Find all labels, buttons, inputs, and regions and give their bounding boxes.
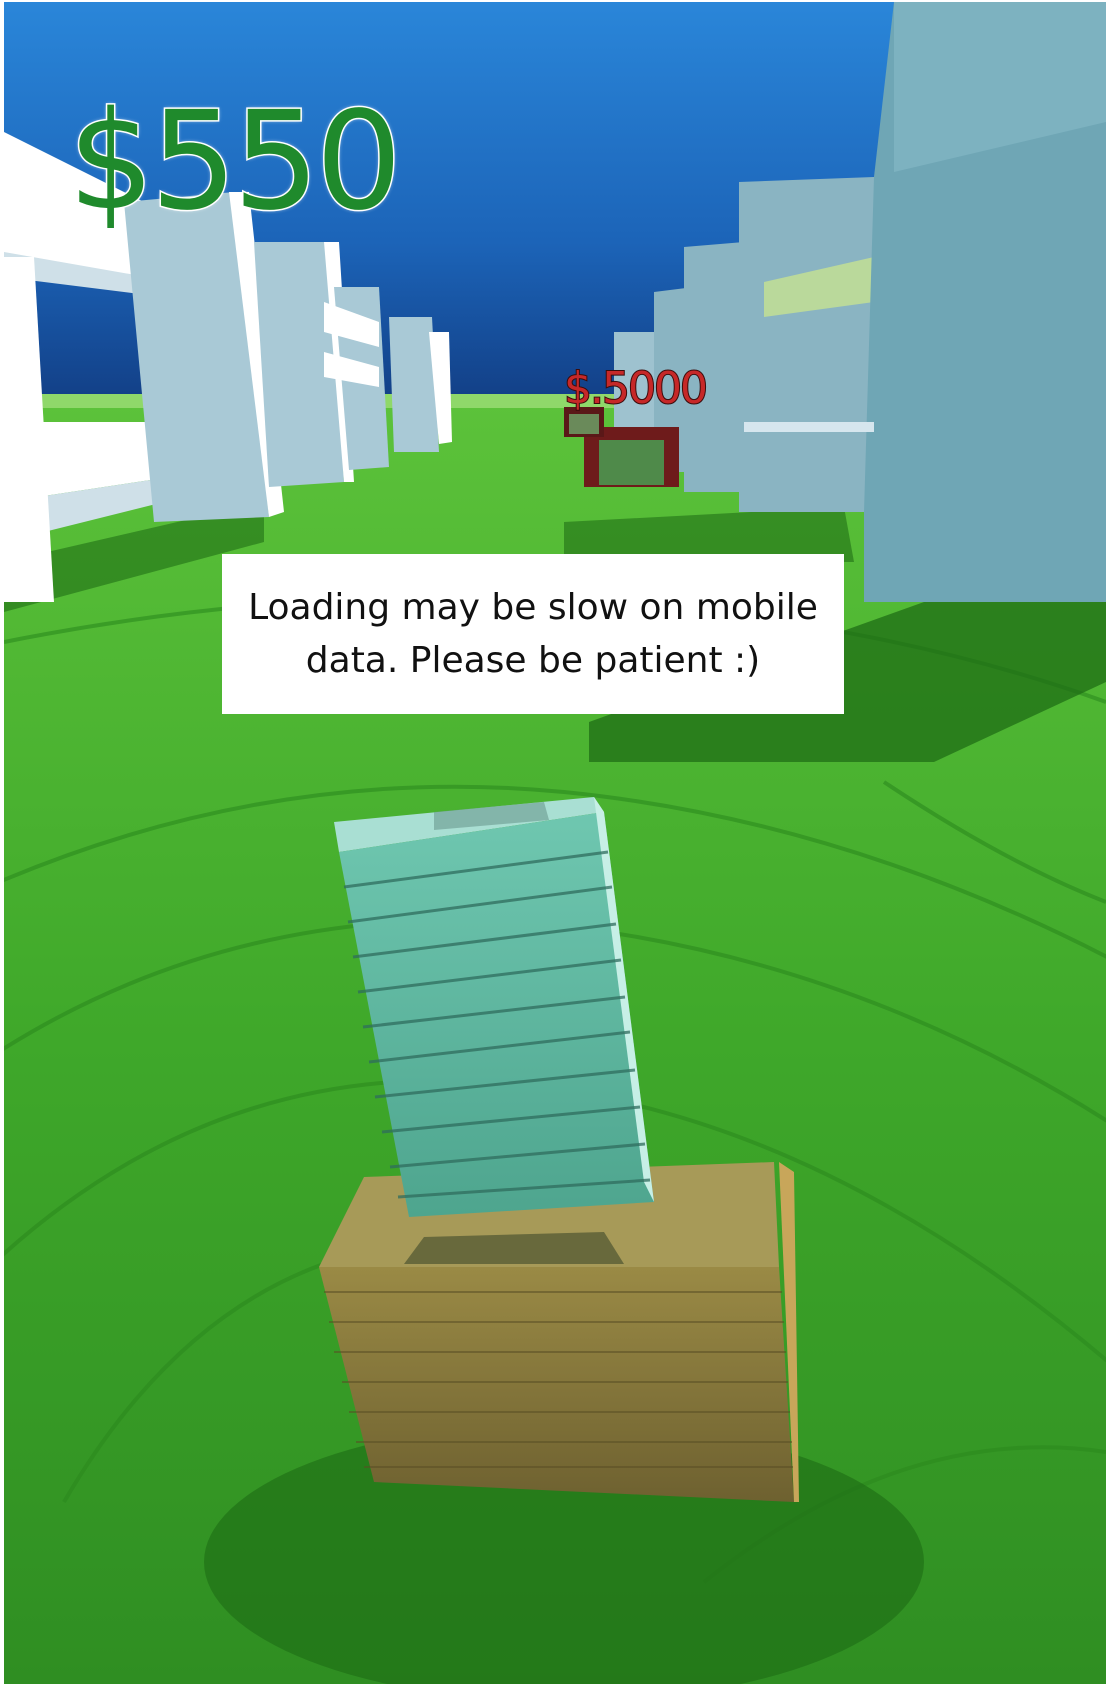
gate-value-label: $.5000 [563,363,709,414]
loading-notice-text: Loading may be slow on mobile data. Plea… [248,587,818,681]
game-viewport[interactable]: $550 $.5000 Loading may be slow on mobil… [4,2,1106,1684]
money-counter: $550 [66,83,403,241]
crate-icon[interactable] [319,1162,799,1502]
loading-notice: Loading may be slow on mobile data. Plea… [222,554,844,714]
game-scene[interactable] [4,2,1106,1684]
